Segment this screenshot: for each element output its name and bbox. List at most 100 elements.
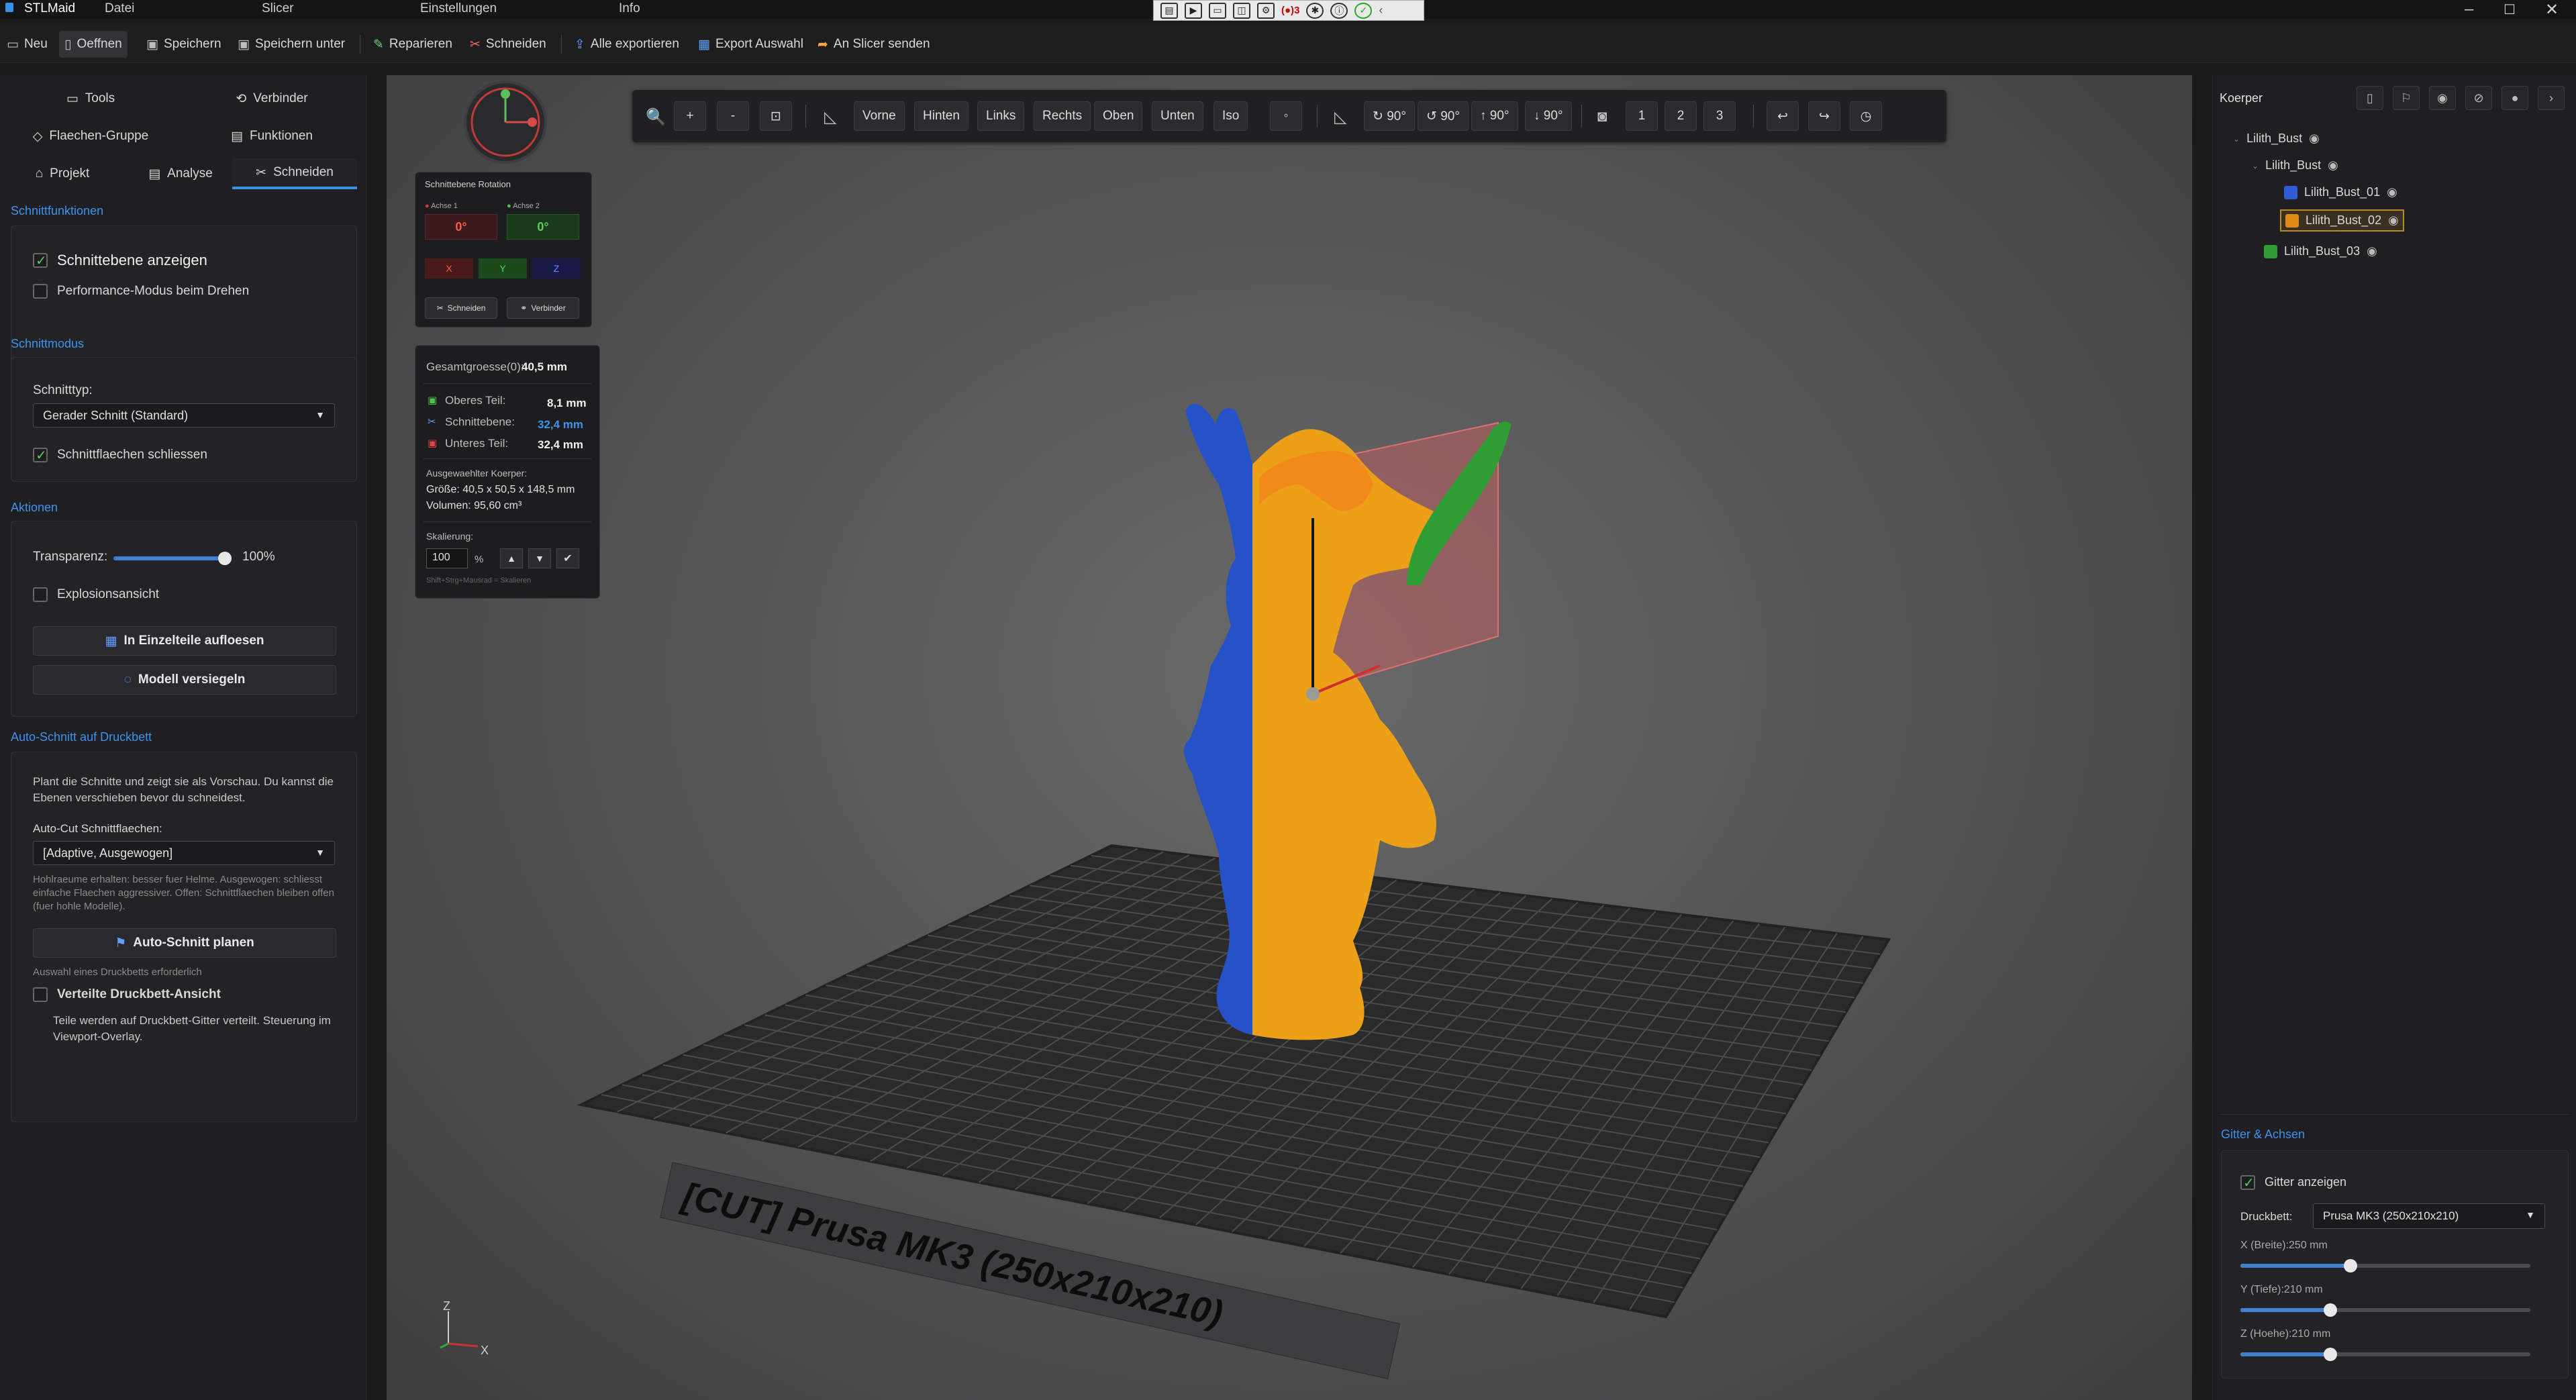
collapse-icon[interactable]: ‹	[1379, 3, 1383, 17]
rotate-down-button[interactable]: ↓ 90°	[1525, 101, 1572, 131]
cut-button[interactable]: ✂ Schneiden	[464, 31, 552, 58]
snapshot-2-button[interactable]: 2	[1665, 101, 1697, 131]
z-height-slider[interactable]	[2240, 1352, 2330, 1356]
reset-view-button[interactable]: ◦	[1270, 101, 1302, 131]
performance-checkbox[interactable]	[33, 284, 48, 299]
scale-down-button[interactable]: ▼	[528, 548, 551, 568]
undo-button[interactable]: ↩	[1767, 101, 1799, 131]
scale-input[interactable]: 100	[426, 548, 468, 568]
visibility-icon[interactable]: ◉	[2309, 132, 2320, 146]
tab-verbinder[interactable]: ⟲ Verbinder	[188, 83, 356, 114]
record-badge[interactable]: (●)3	[1281, 5, 1299, 16]
zoom-icon[interactable]: 🔍	[646, 107, 666, 127]
hide-all-icon[interactable]: ⊘	[2465, 86, 2492, 110]
tree-item-part-03[interactable]: Lilith_Bust_03 ◉	[2264, 244, 2377, 258]
expand-icon[interactable]: ⌄	[2252, 161, 2259, 170]
new-button[interactable]: ▭ Neu	[1, 31, 53, 58]
3d-viewport[interactable]: [CUT] Prusa MK3 (250x210x210) Z X 🔍 + - …	[387, 75, 2192, 1400]
rotate-cw-button[interactable]: ↻ 90°	[1364, 101, 1415, 131]
view-back-button[interactable]: Hinten	[914, 101, 969, 131]
settings-icon[interactable]: ⚙	[1257, 2, 1275, 19]
tree-item-part-02[interactable]: Lilith_Bust_02 ◉	[2280, 209, 2404, 232]
accessibility-icon[interactable]: ✱	[1306, 2, 1324, 19]
snapshot-1-button[interactable]: 1	[1626, 101, 1658, 131]
rotate-up-button[interactable]: ↑ 90°	[1471, 101, 1518, 131]
tab-funktionen[interactable]: ▤ Funktionen	[188, 121, 356, 152]
view-top-button[interactable]: Oben	[1094, 101, 1143, 131]
menu-slicer[interactable]: Slicer	[262, 1, 294, 16]
view-iso-button[interactable]: Iso	[1213, 101, 1248, 131]
open-file-icon[interactable]: ▤	[1160, 2, 1178, 19]
save-button[interactable]: ▣ Speichern	[141, 31, 227, 58]
tab-tools[interactable]: ▭ Tools	[7, 83, 175, 114]
plan-autocut-button[interactable]: ⚑ Auto-Schnitt planen	[33, 928, 336, 958]
print-bed-select[interactable]: Prusa MK3 (250x210x210) ▼	[2313, 1203, 2545, 1229]
split-parts-button[interactable]: ▦ In Einzelteile aufloesen	[33, 626, 336, 656]
rotate-z-button[interactable]: Z	[532, 258, 581, 279]
transparency-slider[interactable]	[113, 556, 225, 560]
new-body-icon[interactable]: ▯	[2357, 86, 2383, 110]
axis2-value[interactable]: 0°	[507, 214, 579, 240]
tab-flaechen-gruppe[interactable]: ◇ Flaechen-Gruppe	[7, 121, 175, 152]
x-width-slider-handle[interactable]	[2344, 1259, 2357, 1272]
color-swatch[interactable]	[2284, 185, 2297, 199]
rotation-cut-button[interactable]: ✂ Schneiden	[425, 297, 497, 319]
visibility-icon[interactable]: ◉	[2388, 213, 2399, 228]
y-depth-slider[interactable]	[2240, 1308, 2330, 1312]
seal-model-button[interactable]: ◌ Modell versiegeln	[33, 665, 336, 695]
color-swatch[interactable]	[2285, 213, 2299, 228]
check-icon[interactable]: ✓	[1354, 2, 1373, 19]
maximize-icon[interactable]: ☐	[2504, 1, 2516, 18]
send-to-slicer-button[interactable]: ➦ An Slicer senden	[812, 31, 936, 58]
cut-plane-handle[interactable]	[1306, 687, 1320, 701]
camera-icon[interactable]: ◙	[1597, 107, 1607, 126]
view-right-button[interactable]: Rechts	[1034, 101, 1091, 131]
x-width-slider[interactable]	[2240, 1264, 2350, 1268]
close-icon[interactable]: ✕	[2545, 0, 2559, 19]
tree-item-group[interactable]: ⌄ Lilith_Bust ◉	[2252, 158, 2338, 172]
frame-icon[interactable]: ◫	[1233, 2, 1250, 19]
view-left-button[interactable]: Links	[977, 101, 1025, 131]
repair-button[interactable]: ✎ Reparieren	[368, 31, 458, 58]
rotation-connector-button[interactable]: ⚭ Verbinder	[507, 297, 579, 319]
tree-item-root[interactable]: ⌄ Lilith_Bust ◉	[2233, 132, 2320, 146]
visibility-icon[interactable]: ◉	[2328, 158, 2338, 172]
redo-button[interactable]: ↪	[1808, 101, 1840, 131]
explosion-checkbox[interactable]	[33, 587, 48, 602]
transparency-slider-handle[interactable]	[218, 552, 232, 565]
z-height-slider-handle[interactable]	[2324, 1348, 2337, 1361]
cut-type-select[interactable]: Gerader Schnitt (Standard) ▼	[33, 403, 335, 428]
save-as-button[interactable]: ▣ Speichern unter	[232, 31, 350, 58]
rotate-ccw-button[interactable]: ↺ 90°	[1418, 101, 1469, 131]
show-grid-checkbox[interactable]	[2240, 1174, 2255, 1191]
tab-schneiden[interactable]: ✂ Schneiden	[232, 158, 357, 189]
export-selection-button[interactable]: ▦ Export Auswahl	[693, 31, 809, 58]
color-swatch[interactable]	[2264, 244, 2277, 258]
fit-view-button[interactable]: ⊡	[760, 101, 792, 131]
tree-item-part-01[interactable]: Lilith_Bust_01 ◉	[2284, 185, 2397, 199]
history-button[interactable]: ◷	[1850, 101, 1882, 131]
menu-datei[interactable]: Datei	[105, 1, 134, 16]
scene-canvas[interactable]: [CUT] Prusa MK3 (250x210x210) Z X	[387, 75, 2192, 1400]
view-front-button[interactable]: Vorne	[854, 101, 905, 131]
open-button[interactable]: ▯ Oeffnen	[59, 31, 128, 58]
info-icon[interactable]: ⓘ	[1330, 2, 1348, 19]
scale-apply-button[interactable]: ✔	[556, 548, 579, 568]
close-faces-checkbox[interactable]	[33, 447, 48, 464]
visibility-icon[interactable]: ◉	[2367, 244, 2377, 258]
screen-icon[interactable]: ▭	[1209, 2, 1226, 19]
export-all-button[interactable]: ⇪ Alle exportieren	[569, 31, 685, 58]
visibility-icon[interactable]: ◉	[2387, 185, 2397, 199]
menu-einstellungen[interactable]: Einstellungen	[420, 1, 497, 16]
zoom-in-button[interactable]: +	[674, 101, 706, 131]
rotate-x-button[interactable]: X	[425, 258, 473, 279]
isolate-icon[interactable]: ●	[2501, 86, 2528, 110]
show-all-icon[interactable]: ◉	[2429, 86, 2456, 110]
scale-up-button[interactable]: ▲	[500, 548, 523, 568]
show-plane-checkbox[interactable]	[33, 252, 48, 269]
distributed-view-checkbox[interactable]	[33, 987, 48, 1002]
y-depth-slider-handle[interactable]	[2324, 1303, 2337, 1317]
menu-info[interactable]: Info	[619, 1, 640, 16]
tab-projekt[interactable]: ⌂ Projekt	[7, 158, 118, 189]
zoom-out-button[interactable]: -	[717, 101, 749, 131]
